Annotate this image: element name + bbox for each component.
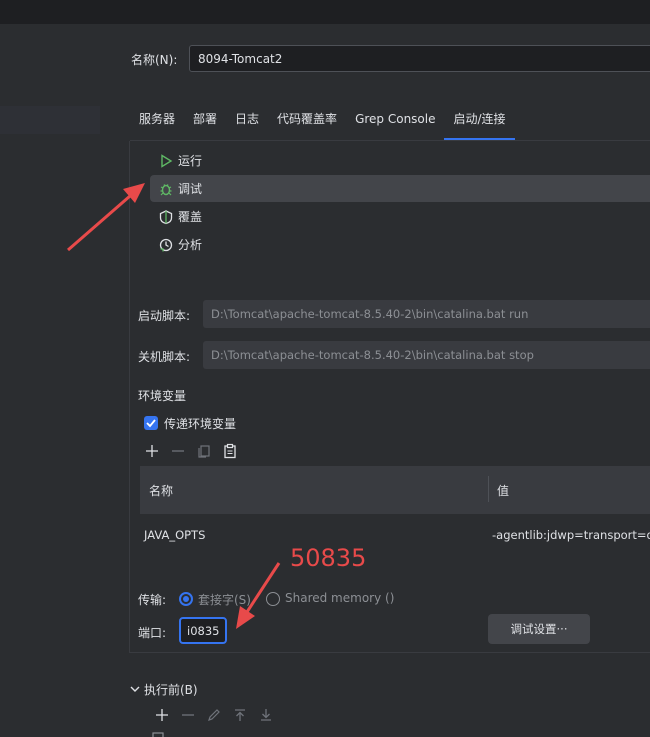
pass-env-checkbox[interactable] bbox=[144, 416, 158, 430]
tab-grep-console[interactable]: Grep Console bbox=[346, 100, 444, 140]
executor-debug-label: 调试 bbox=[178, 182, 203, 196]
chevron-down-icon[interactable] bbox=[129, 683, 141, 695]
edit-task-icon[interactable] bbox=[206, 707, 222, 723]
socket-radio[interactable] bbox=[179, 592, 193, 606]
port-label: 端口: bbox=[138, 626, 167, 640]
profile-icon bbox=[159, 238, 173, 251]
env-table-header: 名称 值 bbox=[140, 466, 650, 514]
add-task-icon[interactable] bbox=[154, 707, 170, 723]
executor-run-label: 运行 bbox=[178, 154, 203, 168]
transport-label: 传输: bbox=[138, 593, 167, 607]
executor-debug[interactable]: 调试 bbox=[150, 175, 650, 202]
name-input[interactable]: 8094-Tomcat2 bbox=[189, 45, 650, 72]
before-launch-label[interactable]: 执行前(B) bbox=[144, 681, 198, 698]
tab-code-coverage[interactable]: 代码覆盖率 bbox=[268, 100, 346, 140]
tab-startup-connection[interactable]: 启动/连接 bbox=[444, 100, 515, 140]
task-item-icon bbox=[152, 732, 164, 737]
shutdown-script-label: 关机脚本: bbox=[138, 350, 191, 364]
env-vars-table: 名称 值 JAVA_OPTS -agentlib:jdwp=transport=… bbox=[140, 466, 650, 542]
column-header-name[interactable]: 名称 bbox=[149, 482, 173, 499]
executor-run[interactable]: 运行 bbox=[150, 147, 650, 174]
env-vars-title: 环境变量 bbox=[138, 389, 187, 403]
env-row-name[interactable]: JAVA_OPTS bbox=[144, 528, 205, 542]
move-up-icon[interactable] bbox=[232, 707, 248, 723]
copy-icon[interactable] bbox=[196, 443, 212, 459]
add-icon[interactable] bbox=[144, 443, 160, 459]
checkmark-icon bbox=[146, 419, 156, 428]
socket-radio-label: 套接字(S) bbox=[198, 593, 251, 607]
coverage-icon bbox=[159, 209, 173, 224]
tab-logs[interactable]: 日志 bbox=[226, 100, 268, 140]
executor-profile[interactable]: 分析 bbox=[150, 231, 650, 258]
port-input[interactable]: i0835 bbox=[179, 617, 227, 644]
config-tabs: 服务器 部署 日志 代码覆盖率 Grep Console 启动/连接 bbox=[130, 100, 515, 140]
debug-icon bbox=[160, 183, 172, 195]
startup-script-label: 启动脚本: bbox=[138, 309, 191, 323]
run-icon bbox=[161, 153, 173, 168]
sidebar-selected-item[interactable] bbox=[0, 106, 100, 134]
executor-coverage[interactable]: 覆盖 bbox=[150, 203, 650, 230]
env-row-value[interactable]: -agentlib:jdwp=transport=dt_ bbox=[492, 528, 650, 542]
debug-settings-button[interactable]: 调试设置··· bbox=[488, 614, 590, 644]
paste-icon[interactable] bbox=[222, 443, 238, 459]
column-divider bbox=[488, 476, 489, 502]
startup-script-field[interactable]: D:\Tomcat\apache-tomcat-8.5.40-2\bin\cat… bbox=[203, 300, 650, 328]
remove-task-icon[interactable] bbox=[180, 707, 196, 723]
shutdown-script-field[interactable]: D:\Tomcat\apache-tomcat-8.5.40-2\bin\cat… bbox=[203, 341, 650, 369]
tab-server[interactable]: 服务器 bbox=[130, 100, 184, 140]
remove-icon[interactable] bbox=[170, 443, 186, 459]
executor-coverage-label: 覆盖 bbox=[178, 210, 203, 224]
pass-env-label: 传递环境变量 bbox=[164, 417, 237, 431]
column-header-value[interactable]: 值 bbox=[497, 482, 509, 499]
name-label: 名称(N): bbox=[131, 53, 178, 67]
shared-memory-radio-label: Shared memory () bbox=[285, 591, 395, 605]
executor-profile-label: 分析 bbox=[178, 238, 203, 252]
tab-deployment[interactable]: 部署 bbox=[184, 100, 226, 140]
annotation-text: 50835 bbox=[290, 544, 367, 572]
shared-memory-radio[interactable] bbox=[266, 592, 280, 606]
title-bar bbox=[0, 0, 650, 24]
move-down-icon[interactable] bbox=[258, 707, 274, 723]
